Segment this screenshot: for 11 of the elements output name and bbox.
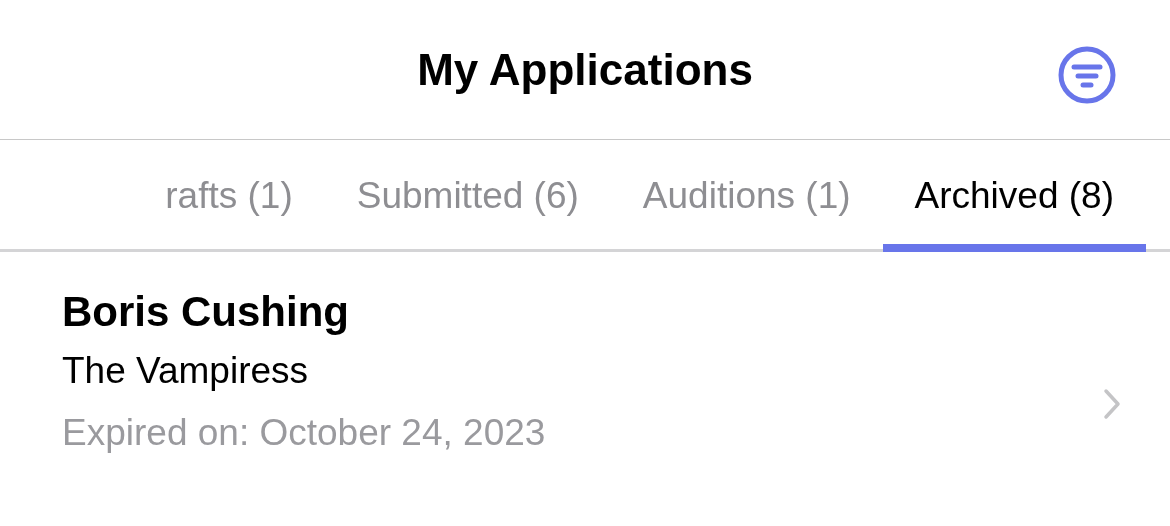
application-row[interactable]: Boris Cushing The Vampiress Expired on: October 24, 2023 bbox=[0, 252, 1170, 464]
applicant-name: Boris Cushing bbox=[62, 287, 350, 337]
tab[interactable]: Auditions (1) bbox=[610, 140, 883, 252]
page-title: My Applications bbox=[417, 44, 753, 95]
tab[interactable]: rafts (1) bbox=[133, 140, 325, 252]
tab[interactable]: Submitted (6) bbox=[324, 140, 611, 252]
production-title: The Vampiress bbox=[62, 349, 310, 393]
tab[interactable]: Archived (8) bbox=[882, 140, 1146, 252]
chevron-icon bbox=[1102, 388, 1122, 420]
filter-icon[interactable] bbox=[1057, 45, 1117, 105]
status-text: Expired on: October 24, 2023 bbox=[62, 411, 547, 455]
